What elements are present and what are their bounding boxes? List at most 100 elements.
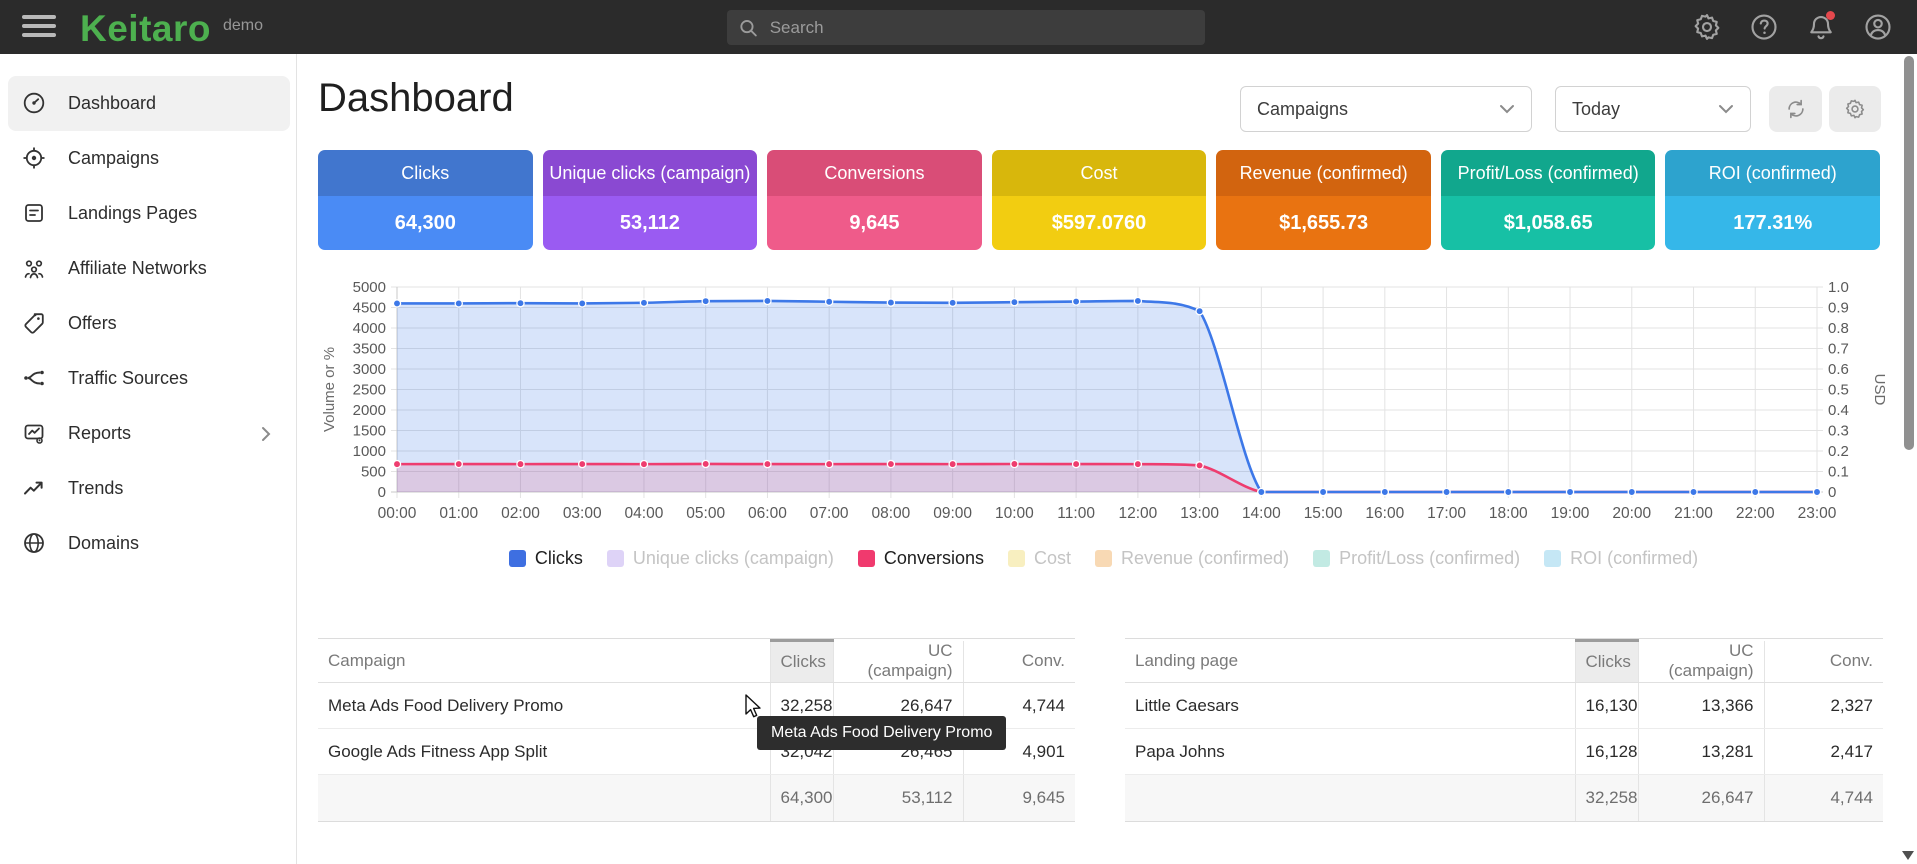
svg-text:04:00: 04:00: [625, 505, 664, 522]
globe-icon: [22, 531, 46, 555]
column-header-clicks[interactable]: Clicks: [1575, 641, 1638, 683]
bell-icon[interactable]: [1806, 12, 1836, 42]
user-icon[interactable]: [1863, 12, 1893, 42]
grouping-select[interactable]: Campaigns: [1240, 86, 1532, 132]
stat-cards-row: Clicks 64,300Unique clicks (campaign) 53…: [318, 150, 1880, 250]
search-input[interactable]: [768, 17, 1193, 39]
sidebar-item-domains[interactable]: Domains: [8, 516, 290, 571]
keitaro-logo: Keitaro: [80, 8, 211, 50]
svg-text:0.8: 0.8: [1828, 320, 1849, 337]
column-header-conv-[interactable]: Conv.: [963, 641, 1075, 683]
table-row[interactable]: Papa Johns16,12813,2812,417: [1125, 729, 1883, 775]
svg-text:3500: 3500: [353, 341, 386, 358]
target-icon: [22, 146, 46, 170]
environment-label: demo: [223, 17, 263, 35]
table-cell: 13,366: [1638, 683, 1764, 729]
table-row[interactable]: Little Caesars16,13013,3662,327: [1125, 683, 1883, 729]
table-cell: 2,327: [1764, 683, 1883, 729]
svg-text:0: 0: [378, 484, 386, 501]
column-header-uc-campaign-[interactable]: UC (campaign): [1638, 641, 1764, 683]
sidebar-item-trends[interactable]: Trends: [8, 461, 290, 516]
svg-text:1000: 1000: [353, 443, 386, 460]
svg-text:0.5: 0.5: [1828, 382, 1849, 399]
price-tag-icon: [22, 311, 46, 335]
column-header-conv-[interactable]: Conv.: [1764, 641, 1883, 683]
table-cell: Google Ads Fitness App Split: [318, 729, 770, 775]
svg-text:15:00: 15:00: [1304, 505, 1343, 522]
sidebar-item-campaigns[interactable]: Campaigns: [8, 131, 290, 186]
stat-card-value: $597.0760: [992, 196, 1207, 250]
svg-text:09:00: 09:00: [933, 505, 972, 522]
sidebar-item-landings-pages[interactable]: Landings Pages: [8, 186, 290, 241]
chevron-down-icon: [1718, 104, 1734, 114]
svg-text:USD: USD: [1871, 374, 1888, 406]
table-cell: 13,281: [1638, 729, 1764, 775]
sidebar-item-offers[interactable]: Offers: [8, 296, 290, 351]
table-cell: 16,128: [1575, 729, 1638, 775]
svg-text:0.9: 0.9: [1828, 300, 1849, 317]
sidebar-item-label: Domains: [68, 533, 139, 554]
legend-item-clicks[interactable]: Clicks: [509, 548, 583, 569]
legend-item-profit-loss-confirmed-[interactable]: Profit/Loss (confirmed): [1313, 548, 1520, 569]
scroll-down-arrow[interactable]: [1902, 851, 1914, 860]
scrollbar-thumb[interactable]: [1904, 56, 1914, 450]
svg-text:0.6: 0.6: [1828, 361, 1849, 378]
dashboard-settings-button[interactable]: [1829, 86, 1881, 132]
people-icon: [22, 256, 46, 280]
column-header-campaign[interactable]: Campaign: [318, 641, 770, 683]
sidebar-item-reports[interactable]: Reports: [8, 406, 290, 461]
legend-swatch: [509, 550, 526, 567]
stat-card-value: 177.31%: [1665, 196, 1880, 250]
stat-card-label: Clicks: [318, 150, 533, 196]
totals-row: 32,25826,6474,744: [1125, 775, 1883, 821]
column-header-landing-page[interactable]: Landing page: [1125, 641, 1575, 683]
chevron-down-icon: [1499, 104, 1515, 114]
help-icon[interactable]: [1749, 12, 1779, 42]
traffic-chart: 50001.045000.940000.835000.730000.625000…: [318, 276, 1889, 528]
table-cell: Papa Johns: [1125, 729, 1575, 775]
menu-icon[interactable]: [22, 15, 56, 39]
stat-card-conversions: Conversions 9,645: [767, 150, 982, 250]
stat-card-clicks: Clicks 64,300: [318, 150, 533, 250]
svg-text:08:00: 08:00: [872, 505, 911, 522]
svg-text:14:00: 14:00: [1242, 505, 1281, 522]
legend-item-roi-confirmed-[interactable]: ROI (confirmed): [1544, 548, 1698, 569]
sidebar-item-affiliate-networks[interactable]: Affiliate Networks: [8, 241, 290, 296]
grouping-select-value: Campaigns: [1257, 99, 1348, 120]
svg-text:12:00: 12:00: [1118, 505, 1157, 522]
legend-label: Cost: [1034, 548, 1071, 569]
svg-text:3000: 3000: [353, 361, 386, 378]
stat-card-revenue-confirmed-: Revenue (confirmed) $1,655.73: [1216, 150, 1431, 250]
column-header-clicks[interactable]: Clicks: [770, 641, 833, 683]
search-box[interactable]: [727, 10, 1205, 45]
row-tooltip: Meta Ads Food Delivery Promo: [757, 716, 1006, 750]
stat-card-value: 53,112: [543, 196, 758, 250]
sidebar-item-traffic-sources[interactable]: Traffic Sources: [8, 351, 290, 406]
sidebar-item-label: Offers: [68, 313, 117, 334]
landing-pages-table: Landing pageClicksUC (campaign)Conv.Litt…: [1125, 638, 1883, 822]
column-header-uc-campaign-[interactable]: UC (campaign): [833, 641, 963, 683]
table-cell: 2,417: [1764, 729, 1883, 775]
stat-card-value: $1,655.73: [1216, 196, 1431, 250]
legend-item-conversions[interactable]: Conversions: [858, 548, 984, 569]
svg-text:4000: 4000: [353, 320, 386, 337]
stat-card-label: Revenue (confirmed): [1216, 150, 1431, 196]
legend-label: ROI (confirmed): [1570, 548, 1698, 569]
legend-item-cost[interactable]: Cost: [1008, 548, 1071, 569]
sidebar-item-label: Campaigns: [68, 148, 159, 169]
chart-legend: Clicks Unique clicks (campaign) Conversi…: [318, 548, 1889, 569]
stat-card-label: Profit/Loss (confirmed): [1441, 150, 1656, 196]
svg-text:20:00: 20:00: [1612, 505, 1651, 522]
stat-card-value: 9,645: [767, 196, 982, 250]
gauge-icon: [22, 91, 46, 115]
sidebar-item-dashboard[interactable]: Dashboard: [8, 76, 290, 131]
gear-icon[interactable]: [1692, 12, 1722, 42]
legend-item-revenue-confirmed-[interactable]: Revenue (confirmed): [1095, 548, 1289, 569]
table-cell: 16,130: [1575, 683, 1638, 729]
refresh-button[interactable]: [1769, 86, 1822, 132]
legend-item-unique-clicks-campaign-[interactable]: Unique clicks (campaign): [607, 548, 834, 569]
svg-text:0: 0: [1828, 484, 1836, 501]
svg-text:03:00: 03:00: [563, 505, 602, 522]
date-range-select[interactable]: Today: [1555, 86, 1751, 132]
totals-cell: [1125, 775, 1575, 821]
